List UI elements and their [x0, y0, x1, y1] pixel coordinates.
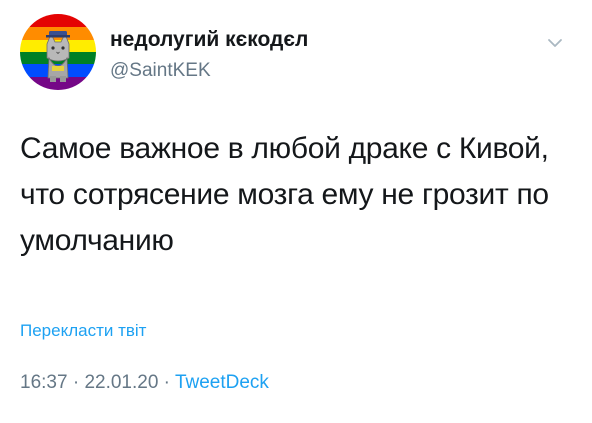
- tweet-source-link[interactable]: TweetDeck: [175, 372, 269, 393]
- author-handle[interactable]: @SaintKEK: [110, 60, 211, 82]
- meta-separator: ·: [67, 372, 85, 393]
- author-display-name[interactable]: недолугий кєкодєл: [110, 28, 308, 52]
- meta-separator: ·: [158, 372, 175, 393]
- tweet-card: недолугий кєкодєл @SaintKEK Самое важное…: [0, 0, 592, 423]
- translate-tweet-link[interactable]: Перекласти твіт: [20, 321, 146, 341]
- tweet-meta: 16:37 · 22.01.20 · TweetDeck: [20, 372, 269, 394]
- tweet-date[interactable]: 22.01.20: [84, 372, 158, 393]
- tweet-text: Самое важное в любой драке с Кивой, что …: [20, 132, 549, 257]
- rainbow-cat-avatar-icon: [20, 14, 96, 90]
- chevron-down-icon[interactable]: [544, 36, 566, 50]
- tweet-time[interactable]: 16:37: [20, 372, 68, 393]
- avatar[interactable]: [20, 14, 96, 90]
